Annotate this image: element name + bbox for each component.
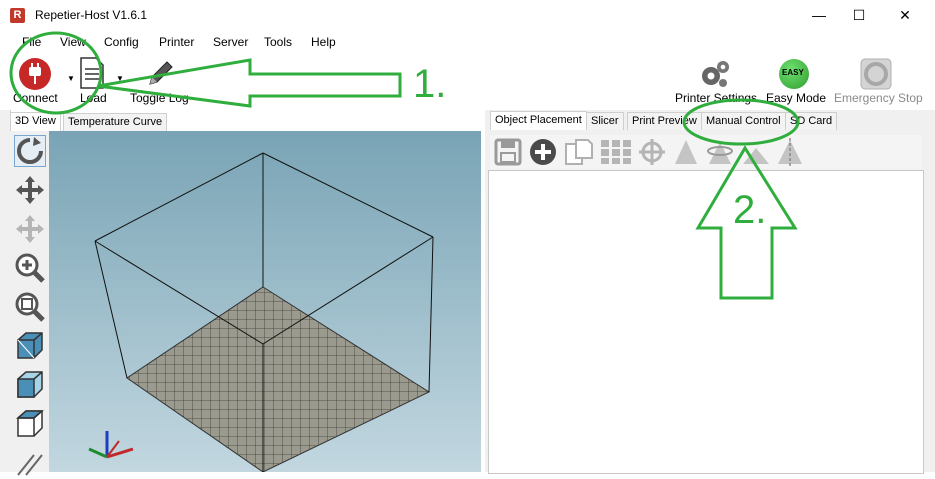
annotation-label-1: 1. (413, 62, 447, 106)
annotation-overlay (9, 31, 800, 300)
annotation-label-2: 2. (733, 188, 767, 232)
annotation-circle-manual-control (682, 98, 800, 146)
annotation-arrow-left-icon (97, 58, 402, 108)
annotation-circle-connect (9, 31, 103, 115)
